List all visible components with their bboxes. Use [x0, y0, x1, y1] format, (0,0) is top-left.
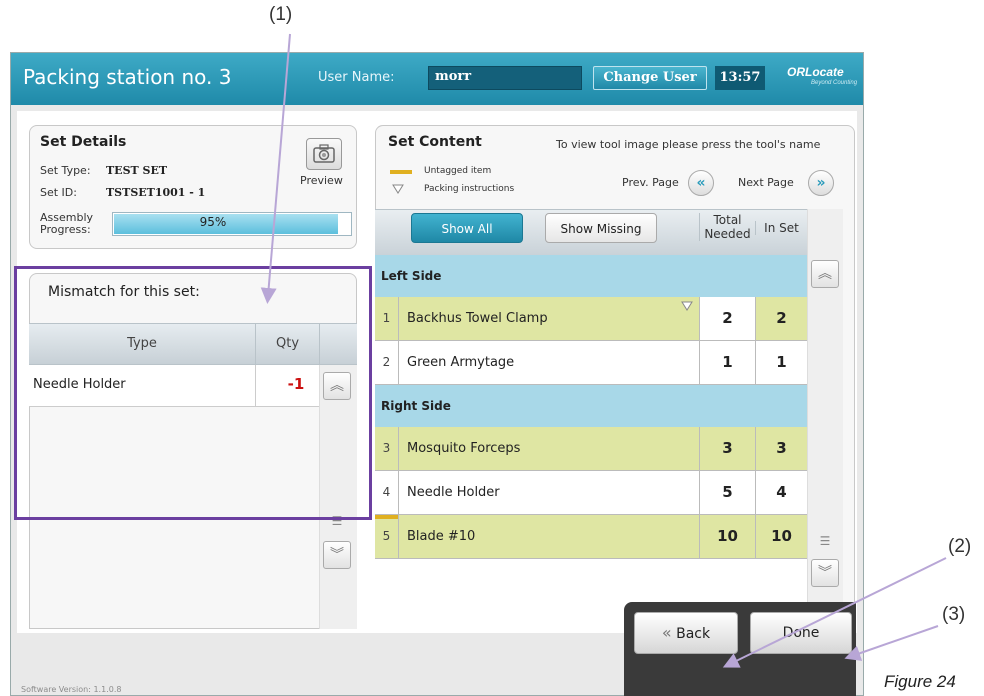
- station-title: Packing station no. 3: [23, 65, 232, 89]
- orlocate-logo: ORLocate: [787, 65, 844, 79]
- tool-name-link[interactable]: Green Armytage: [407, 341, 514, 384]
- tool-image-hint: To view tool image please press the tool…: [556, 138, 821, 151]
- show-all-button[interactable]: Show All: [411, 213, 523, 243]
- row-number: 2: [375, 341, 399, 384]
- set-details-title: Set Details: [40, 134, 127, 150]
- total-needed-header-line-2: Needed: [704, 227, 751, 241]
- set-content-title: Set Content: [388, 134, 482, 150]
- back-label: Back: [676, 626, 711, 642]
- preview-label: Preview: [300, 174, 343, 187]
- tool-name-link[interactable]: Backhus Towel Clamp: [407, 297, 548, 340]
- in-set-cell: 3: [755, 427, 807, 470]
- set-id-value: TSTSET1001 - 1: [106, 186, 206, 199]
- total-needed-header-line-1: Total: [713, 213, 742, 227]
- content-scroll-handle-icon[interactable]: ☰: [815, 535, 835, 547]
- back-chevron-icon: «: [661, 623, 672, 642]
- table-row[interactable]: 1 Backhus Towel Clamp 2 2: [375, 297, 807, 341]
- section-left-side: Left Side: [375, 255, 807, 297]
- section-right-side: Right Side: [375, 385, 807, 427]
- user-name-field[interactable]: morr: [428, 66, 582, 90]
- mismatch-scroll-down-button[interactable]: ︾: [323, 541, 351, 569]
- total-needed-cell: 3: [699, 427, 755, 470]
- figure-caption: Figure 24: [884, 672, 956, 691]
- table-row[interactable]: 4 Needle Holder 5 4: [375, 471, 807, 515]
- set-type-value: TEST SET: [106, 164, 168, 177]
- set-id-label: Set ID:: [40, 186, 77, 199]
- show-missing-button[interactable]: Show Missing: [545, 213, 657, 243]
- total-needed-header: Total Needed: [699, 213, 755, 241]
- content-scroll-up-button[interactable]: ︽: [811, 260, 839, 288]
- total-needed-cell: 5: [699, 471, 755, 514]
- next-page-label: Next Page: [738, 176, 794, 189]
- in-set-cell: 10: [755, 515, 807, 558]
- callout-2: (2): [948, 536, 972, 557]
- table-row[interactable]: 5 Blade #10 10 10: [375, 515, 807, 559]
- tool-name-link[interactable]: Blade #10: [407, 515, 475, 558]
- in-set-header: In Set: [755, 221, 807, 235]
- clock: 13:57: [715, 66, 765, 90]
- done-button[interactable]: Done: [750, 612, 852, 654]
- total-needed-cell: 10: [699, 515, 755, 558]
- packing-legend: Packing instructions: [424, 184, 515, 194]
- next-page-button[interactable]: »: [808, 170, 834, 196]
- packing-instructions-icon: [392, 184, 404, 194]
- logo-tagline: Beyond Counting: [811, 80, 858, 86]
- table-row[interactable]: 2 Green Armytage 1 1: [375, 341, 807, 385]
- set-content-table: Left Side 1 Backhus Towel Clamp 2 2 2 Gr…: [375, 255, 807, 629]
- untagged-marker-icon: [390, 170, 412, 174]
- in-set-cell: 2: [755, 297, 807, 340]
- tool-name-link[interactable]: Mosquito Forceps: [407, 427, 520, 470]
- in-set-cell: 4: [755, 471, 807, 514]
- progress-label-2: Progress:: [40, 223, 91, 236]
- assembly-progress-bar: 95%: [112, 212, 352, 236]
- callout-3-arrow: [844, 625, 939, 661]
- camera-icon: [313, 144, 335, 163]
- app-header: Packing station no. 3 User Name: morr Ch…: [11, 53, 863, 105]
- table-row[interactable]: 3 Mosquito Forceps 3 3: [375, 427, 807, 471]
- software-version: Software Version: 1.1.0.8: [21, 685, 122, 694]
- untagged-legend: Untagged item: [424, 166, 492, 176]
- set-details-panel: Set Details Set Type: TEST SET Set ID: T…: [29, 125, 357, 249]
- tool-name-link[interactable]: Needle Holder: [407, 471, 500, 514]
- callout-1: (1): [269, 4, 293, 25]
- callout-3: (3): [942, 604, 966, 625]
- row-number: 1: [375, 297, 399, 340]
- total-needed-cell: 2: [699, 297, 755, 340]
- change-user-button[interactable]: Change User: [593, 66, 707, 90]
- prev-page-label: Prev. Page: [622, 176, 679, 189]
- row-number: 3: [375, 427, 399, 470]
- content-scroll-down-button[interactable]: ︾: [811, 559, 839, 587]
- row-number: 5: [375, 515, 399, 558]
- mismatch-highlight-box: [14, 266, 372, 520]
- preview-button[interactable]: [306, 138, 342, 170]
- in-set-cell: 1: [755, 341, 807, 384]
- total-needed-cell: 1: [699, 341, 755, 384]
- user-name-label: User Name:: [318, 70, 395, 85]
- progress-percent: 95%: [199, 215, 227, 229]
- prev-page-button[interactable]: «: [688, 170, 714, 196]
- row-number: 4: [375, 471, 399, 514]
- packing-instructions-icon[interactable]: [681, 301, 693, 311]
- back-button[interactable]: « Back: [634, 612, 738, 654]
- set-type-label: Set Type:: [40, 164, 91, 177]
